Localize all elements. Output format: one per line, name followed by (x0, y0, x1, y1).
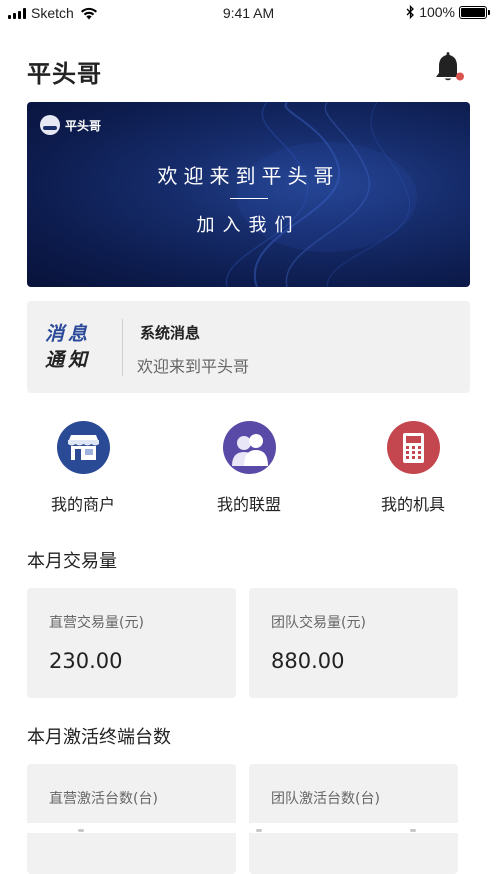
notice-divider (122, 319, 123, 376)
notice-badge-line1: 消息 (45, 323, 92, 345)
banner-subtitle: 加入我们 (196, 215, 301, 236)
pos-machine-icon (386, 421, 440, 474)
bluetooth-icon (406, 5, 415, 19)
notice-badge-line2: 通知 (45, 349, 92, 371)
stat-card-team-activations[interactable]: 团队激活台数(台) (249, 764, 458, 874)
quick-link-merchants[interactable]: 我的商户 (23, 421, 143, 516)
promo-banner[interactable]: 平头哥 欢迎来到平头哥 加入我们 (27, 102, 470, 287)
status-right: 100% (406, 4, 490, 20)
quick-link-alliance[interactable]: 我的联盟 (189, 421, 309, 516)
notice-title: 系统消息 (140, 324, 201, 342)
quick-link-label: 我的机具 (380, 495, 445, 514)
stat-label: 团队激活台数(台) (271, 791, 380, 807)
tab-bar-peek (0, 823, 497, 833)
stat-label: 直营激活台数(台) (49, 791, 158, 807)
store-icon (56, 421, 110, 474)
banner-logo-text: 平头哥 (65, 118, 102, 133)
banner-title: 欢迎来到平头哥 (157, 164, 340, 188)
stat-value: 230.00 (49, 649, 123, 673)
battery-icon (459, 5, 490, 19)
people-icon (222, 421, 276, 474)
bell-icon (436, 52, 464, 81)
quick-link-label: 我的商户 (50, 495, 115, 514)
unread-dot (456, 72, 464, 81)
banner-divider (230, 198, 268, 199)
system-notice-card[interactable]: 消息 通知 系统消息 欢迎来到平头哥 (27, 301, 470, 393)
stat-label: 团队交易量(元) (271, 615, 366, 631)
quick-link-devices[interactable]: 我的机具 (353, 421, 473, 516)
banner-logo: 平头哥 (40, 115, 101, 135)
notification-button[interactable] (432, 50, 468, 86)
stat-card-direct-activations[interactable]: 直营激活台数(台) (27, 764, 236, 874)
notice-badge: 消息 通知 (45, 321, 91, 373)
stat-label: 直营交易量(元) (49, 615, 144, 631)
logo-mark-icon (40, 115, 60, 135)
battery-percent: 100% (419, 4, 455, 20)
page-title: 平头哥 (27, 60, 102, 88)
stat-card-team-volume[interactable]: 团队交易量(元) 880.00 (249, 588, 458, 698)
quick-link-label: 我的联盟 (216, 495, 281, 514)
stat-value: 880.00 (271, 649, 345, 673)
notice-text: 欢迎来到平头哥 (137, 357, 250, 376)
section-title-activations: 本月激活终端台数 (27, 727, 171, 748)
status-bar: Sketch 9:41 AM 100% (0, 0, 497, 28)
stat-card-direct-volume[interactable]: 直营交易量(元) 230.00 (27, 588, 236, 698)
section-title-transactions: 本月交易量 (27, 551, 117, 572)
